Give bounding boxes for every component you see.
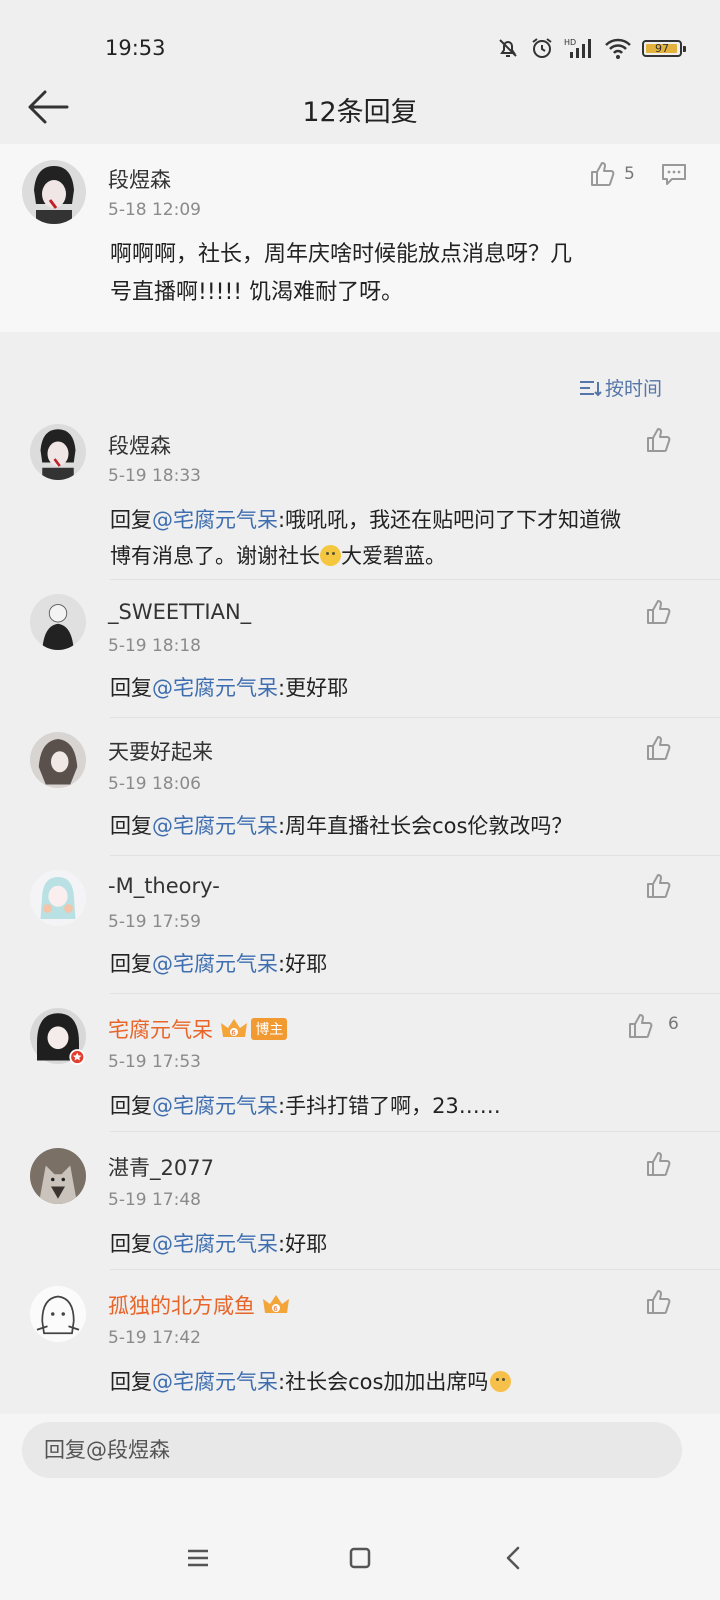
mention-link[interactable]: @宅腐元气呆 xyxy=(152,952,278,976)
home-icon[interactable] xyxy=(338,1536,382,1580)
sort-icon xyxy=(579,380,602,396)
sort-label: 按时间 xyxy=(604,378,662,400)
reply-text: 回复@宅腐元气呆:好耶 xyxy=(110,952,328,976)
page-title: 12条回复 xyxy=(302,97,418,128)
reply-date: 5-19 18:06 xyxy=(108,774,201,794)
back-nav-icon[interactable] xyxy=(492,1536,536,1580)
status-time: 19:53 xyxy=(105,36,166,60)
reply-input[interactable]: 回复@段煜森 xyxy=(22,1422,682,1478)
like-icon[interactable] xyxy=(626,1012,654,1040)
comment-text: 啊啊啊，社长，周年庆啥时候能放点消息呀？几 号直播啊!!!!! 饥渴难耐了呀。 xyxy=(110,242,573,305)
avatar[interactable] xyxy=(30,732,86,788)
battery-level: 97 xyxy=(655,41,669,55)
mention-link[interactable]: @宅腐元气呆 xyxy=(152,676,278,700)
emoji-icon xyxy=(490,1371,512,1392)
vip-crown-icon: 6 xyxy=(220,1019,247,1037)
emoji-icon xyxy=(320,545,341,566)
reply-date: 5-19 17:42 xyxy=(108,1328,201,1348)
comment-icon[interactable] xyxy=(660,160,688,188)
reply-author[interactable]: 湛青_2077 xyxy=(108,1152,214,1182)
menu-icon[interactable] xyxy=(176,1536,220,1580)
avatar[interactable] xyxy=(30,1286,86,1342)
comment-author[interactable]: 段煜森 xyxy=(108,164,171,194)
reply-text: 回复@宅腐元气呆:好耶 xyxy=(110,1232,328,1256)
avatar[interactable] xyxy=(30,424,86,480)
avatar[interactable] xyxy=(30,870,86,926)
reply-item: 段煜森 5-19 18:33 回复@宅腐元气呆:哦吼吼，我还在贴吧问了下才知道微… xyxy=(0,412,720,580)
reply-date: 5-19 18:33 xyxy=(108,466,201,486)
reply-item: _SWEETTIAN_ 5-19 18:18 回复@宅腐元气呆:更好耶 xyxy=(0,580,720,718)
like-count: 6 xyxy=(668,1014,679,1034)
avatar[interactable] xyxy=(30,1148,86,1204)
like-icon[interactable] xyxy=(644,734,672,762)
mention-link[interactable]: @宅腐元气呆 xyxy=(152,1370,278,1394)
reply-item: 孤独的北方咸鱼 6 5-19 17:42 回复@宅腐元气呆:社长会cos加加出席… xyxy=(0,1270,720,1410)
system-nav-bar xyxy=(0,1516,720,1600)
svg-text:6: 6 xyxy=(231,1029,236,1037)
battery-icon: 97 xyxy=(642,39,686,57)
like-icon[interactable] xyxy=(644,1288,672,1316)
avatar[interactable] xyxy=(22,160,86,224)
reply-date: 5-19 17:48 xyxy=(108,1190,201,1210)
reply-author[interactable]: 天要好起来 xyxy=(108,736,213,766)
svg-text:6: 6 xyxy=(273,1305,278,1313)
reply-author[interactable]: 段煜森 xyxy=(108,430,171,460)
like-icon[interactable] xyxy=(644,1150,672,1178)
like-icon[interactable] xyxy=(588,160,616,188)
reply-date: 5-19 17:59 xyxy=(108,912,201,932)
reply-date: 5-19 18:18 xyxy=(108,636,201,656)
reply-text: 回复@宅腐元气呆:哦吼吼，我还在贴吧问了下才知道微 博有消息了。谢谢社长 大爱碧蓝… xyxy=(110,508,622,568)
main-comment: 段煜森 5-18 12:09 5 啊啊啊，社长，周年庆啥时候能放点消息呀？几 号… xyxy=(0,144,720,332)
like-icon[interactable] xyxy=(644,598,672,626)
mention-link[interactable]: @宅腐元气呆 xyxy=(152,814,278,838)
reply-text: 回复@宅腐元气呆:手抖打错了啊，23…… xyxy=(110,1094,501,1118)
mention-link[interactable]: @宅腐元气呆 xyxy=(152,508,278,532)
reply-author[interactable]: 孤独的北方咸鱼 6 xyxy=(108,1290,290,1320)
reply-item: 宅腐元气呆 6 博主 5-19 17:53 6 回复@宅腐元气呆:手抖打错了啊，… xyxy=(0,994,720,1132)
blogger-badge: 博主 xyxy=(251,1018,288,1040)
status-icons: HD 97 xyxy=(496,36,686,60)
reply-author[interactable]: 宅腐元气呆 6 博主 xyxy=(108,1014,288,1044)
top-bar: 12条回复 xyxy=(0,72,720,142)
alarm-clock-icon xyxy=(532,38,552,58)
comment-date: 5-18 12:09 xyxy=(108,200,201,220)
avatar[interactable] xyxy=(30,594,86,650)
sort-toggle[interactable]: 按时间 xyxy=(578,374,662,401)
like-icon[interactable] xyxy=(644,426,672,454)
reply-date: 5-19 17:53 xyxy=(108,1052,201,1072)
reply-input-bar: 回复@段煜森 xyxy=(0,1414,720,1516)
like-count: 5 xyxy=(624,164,635,184)
mention-link[interactable]: @宅腐元气呆 xyxy=(152,1094,278,1118)
reply-text: 回复@宅腐元气呆:社长会cos加加出席吗 xyxy=(110,1366,512,1396)
svg-text:HD: HD xyxy=(564,38,576,47)
reply-item: 天要好起来 5-19 18:06 回复@宅腐元气呆:周年直播社长会cos伦敦改吗… xyxy=(0,718,720,856)
vip-crown-icon: 6 xyxy=(262,1295,289,1313)
reply-author[interactable]: -M_theory- xyxy=(108,874,220,898)
wifi-icon xyxy=(605,38,631,59)
mention-link[interactable]: @宅腐元气呆 xyxy=(152,1232,278,1256)
avatar[interactable] xyxy=(30,1008,86,1065)
signal-icon: HD xyxy=(564,38,591,58)
reply-text: 回复@宅腐元气呆:周年直播社长会cos伦敦改吗？ xyxy=(110,814,573,838)
reply-text: 回复@宅腐元气呆:更好耶 xyxy=(110,676,349,700)
reply-item: -M_theory- 5-19 17:59 回复@宅腐元气呆:好耶 xyxy=(0,856,720,994)
like-icon[interactable] xyxy=(644,872,672,900)
reply-author[interactable]: _SWEETTIAN_ xyxy=(108,600,251,624)
mute-bell-icon xyxy=(499,39,517,57)
reply-item: 湛青_2077 5-19 17:48 回复@宅腐元气呆:好耶 xyxy=(0,1132,720,1270)
